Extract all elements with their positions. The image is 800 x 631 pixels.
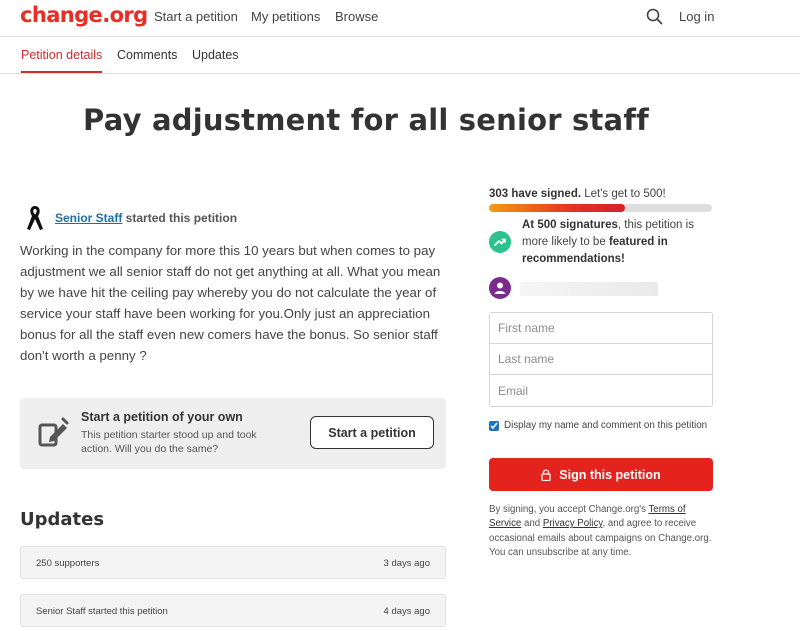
promo-title: Start a petition of your own [81,410,243,424]
consent-label: Display my name and comment on this peti… [504,420,708,431]
update-date: 4 days ago [383,606,430,617]
updates-heading: Updates [20,509,105,530]
tab-petition-details[interactable]: Petition details [21,48,103,73]
lock-icon [541,468,551,481]
tab-comments[interactable]: Comments [117,48,177,62]
black-ribbon-icon [27,206,43,230]
promo-subtitle: This petition starter stood up and took … [81,429,257,455]
sign-form [489,312,713,407]
signed-goal: Let's get to 500! [581,188,666,200]
petition-title: Pay adjustment for all senior staff [83,103,649,137]
start-petition-button[interactable]: Start a petition [310,416,434,449]
signature-count: 303 have signed. Let's get to 500! [489,188,666,200]
starter-suffix: started this petition [122,211,238,225]
pencil-edit-icon [38,417,69,447]
sign-petition-button[interactable]: Sign this petition [489,458,713,491]
update-item[interactable]: Senior Staff started this petition 4 day… [20,594,446,627]
top-nav: change.org Start a petition My petitions… [0,0,800,37]
last-name-field[interactable] [490,344,712,375]
privacy-link[interactable]: Privacy Policy [543,518,603,529]
login-link[interactable]: Log in [679,9,714,24]
display-name-checkbox[interactable] [489,421,499,431]
redacted-signer-name [520,282,658,296]
signed-count: 303 have signed. [489,188,582,200]
milestone-text: At 500 signatures, this petition is more… [522,219,694,265]
petition-starter: Senior Staff started this petition [24,204,237,232]
petition-description: Working in the company for more this 10 … [20,243,441,363]
change-org-logo[interactable]: change.org [20,3,148,27]
user-avatar-icon [489,277,511,299]
display-name-consent[interactable]: Display my name and comment on this peti… [489,419,713,433]
progress-fill [489,204,626,212]
start-petition-promo: Start a petition of your own This petiti… [20,398,446,469]
signature-progress-bar [489,204,712,212]
nav-start-petition[interactable]: Start a petition [154,9,238,24]
search-icon[interactable] [644,6,666,28]
update-date: 3 days ago [383,558,430,569]
sign-button-label: Sign this petition [559,467,661,482]
first-name-field[interactable] [490,313,712,344]
legal-notice: By signing, you accept Change.org's Term… [489,504,712,559]
update-text: Senior Staff started this petition [36,606,168,617]
update-text: 250 supporters [36,558,100,569]
update-item[interactable]: 250 supporters 3 days ago [20,546,446,579]
email-field[interactable] [490,375,712,406]
petition-tabs: Petition details Comments Updates [0,37,800,74]
nav-my-petitions[interactable]: My petitions [251,9,320,24]
nav-browse[interactable]: Browse [335,9,378,24]
trending-up-icon [489,231,511,253]
tab-updates[interactable]: Updates [192,48,239,62]
starter-name-link[interactable]: Senior Staff [55,211,122,225]
